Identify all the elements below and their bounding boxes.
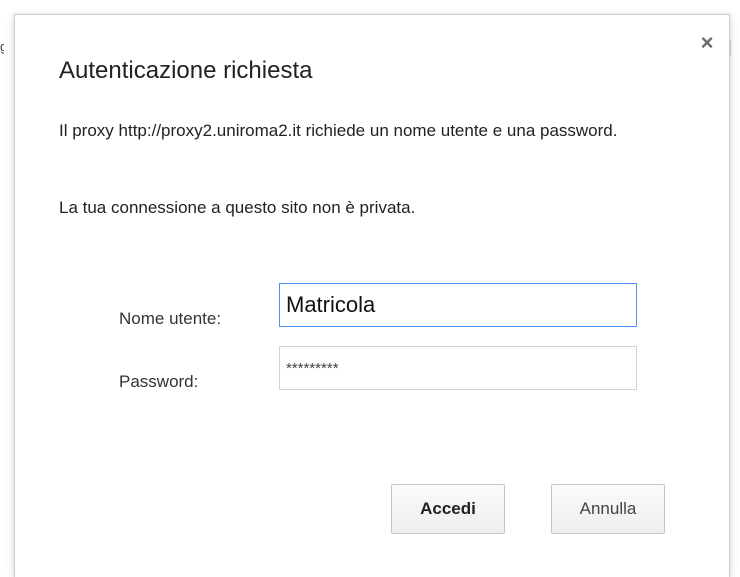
username-input[interactable] bbox=[279, 283, 637, 327]
cancel-button[interactable]: Annulla bbox=[551, 484, 665, 534]
dialog-title: Autenticazione richiesta bbox=[59, 57, 313, 84]
password-label: Password: bbox=[119, 372, 199, 391]
proxy-message: Il proxy http://proxy2.uniroma2.it richi… bbox=[59, 121, 618, 140]
background-text-fragment: g bbox=[0, 40, 4, 54]
privacy-warning: La tua connessione a questo sito non è p… bbox=[59, 198, 416, 217]
password-input[interactable] bbox=[279, 346, 637, 390]
auth-dialog: × Autenticazione richiesta Il proxy http… bbox=[14, 14, 730, 577]
close-icon[interactable]: × bbox=[697, 32, 717, 54]
username-label: Nome utente: bbox=[119, 309, 222, 328]
background-edge bbox=[730, 40, 740, 56]
login-button[interactable]: Accedi bbox=[391, 484, 505, 534]
